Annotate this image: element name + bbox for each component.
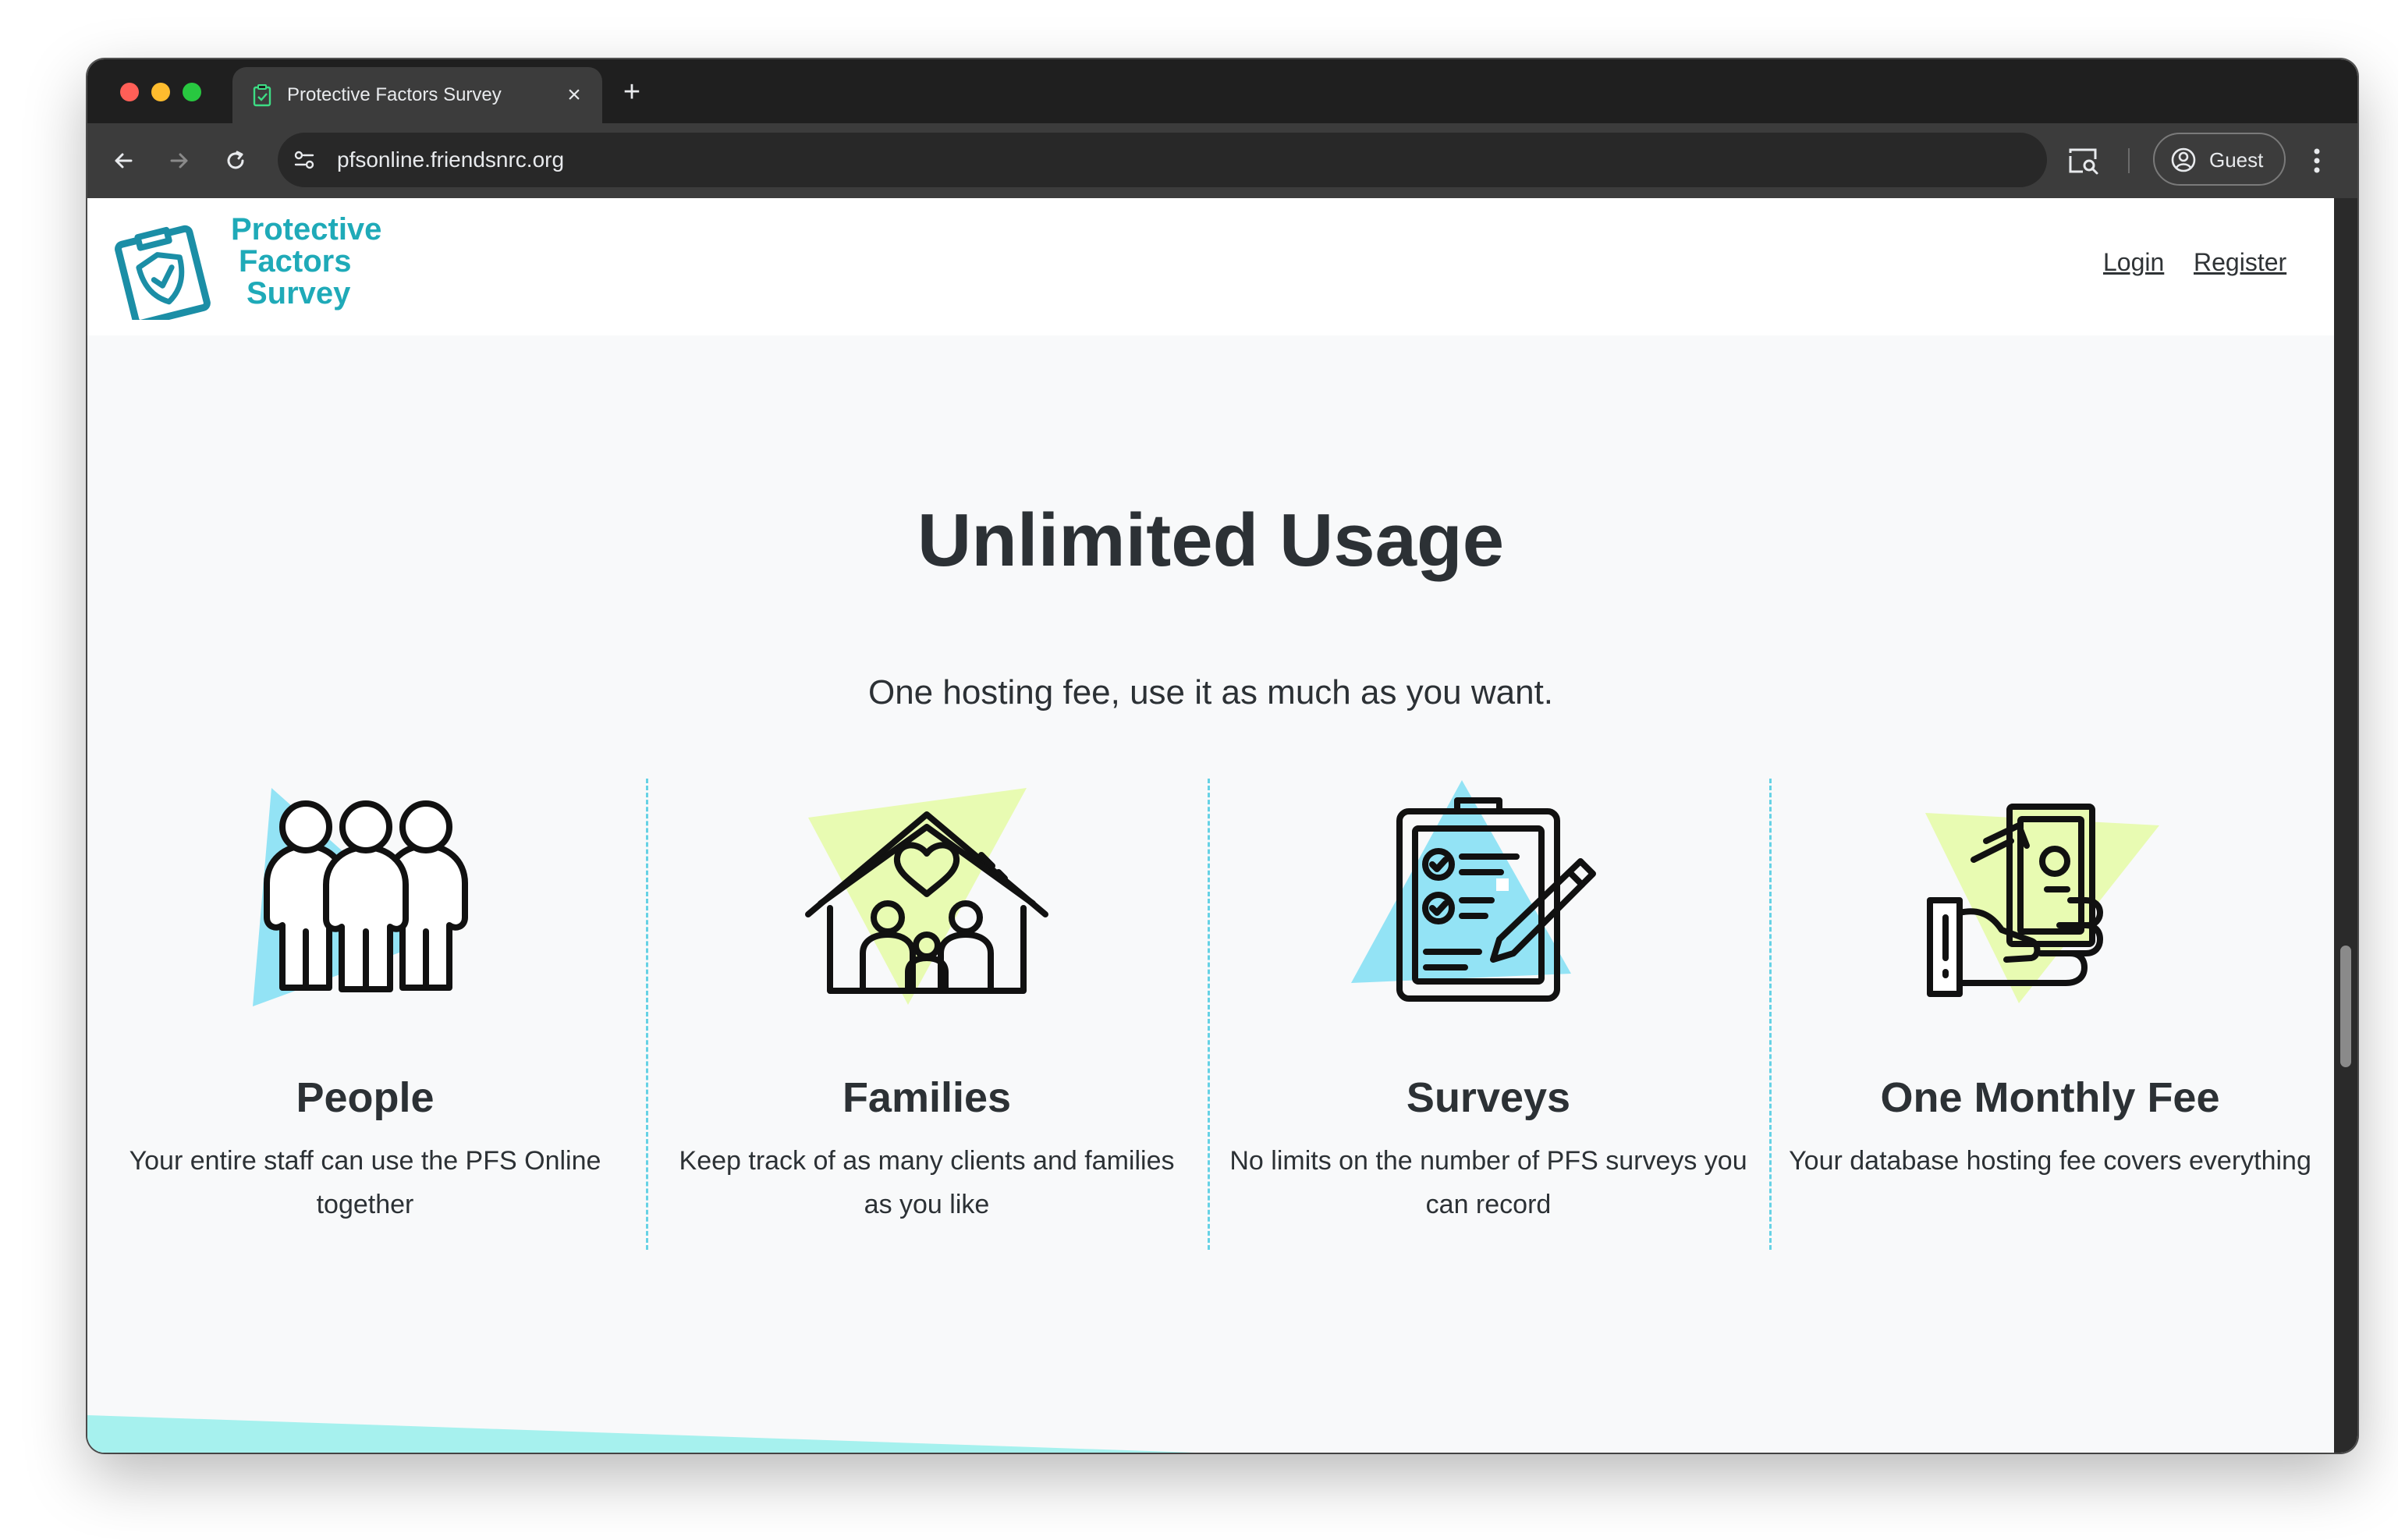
feature-description: No limits on the number of PFS surveys y…: [1229, 1146, 1747, 1219]
feature-divider: [1208, 779, 1210, 1250]
feature-description: Your entire staff can use the PFS Online…: [129, 1146, 601, 1219]
section-title: Unlimited Usage: [917, 499, 1505, 582]
logo-line-3: Survey: [247, 276, 351, 310]
forward-button[interactable]: [161, 142, 198, 179]
site-settings-icon[interactable]: [290, 146, 318, 174]
cash-in-hand-icon: [1925, 804, 2159, 1003]
toolbar-separator: [2128, 148, 2130, 173]
back-button[interactable]: [105, 142, 142, 179]
feature-card-one-monthly-fee: One Monthly Fee Your database hosting fe…: [1772, 775, 2328, 1244]
address-bar[interactable]: pfsonline.friendsnrc.org: [278, 133, 2047, 187]
new-tab-button[interactable]: +: [616, 77, 647, 109]
close-window-button[interactable]: [120, 83, 139, 101]
logo-wordmark: Protective Factors Survey: [231, 214, 381, 310]
page-scrollbar[interactable]: [2334, 198, 2357, 1453]
feature-description: Keep track of as many clients and famili…: [679, 1146, 1175, 1219]
feature-divider: [646, 779, 648, 1250]
cast-search-icon[interactable]: [2067, 145, 2100, 176]
profile-label: Guest: [2209, 148, 2264, 172]
site-logo[interactable]: Protective Factors Survey: [111, 214, 384, 323]
feature-card-families: Families Keep track of as many clients a…: [649, 775, 1204, 1244]
clipboard-favicon-icon: [253, 84, 271, 107]
family-house-icon: [805, 788, 1048, 1005]
reload-button[interactable]: [217, 142, 254, 179]
clipboard-checklist-icon: [1351, 780, 1596, 1002]
decorative-wedge: [87, 1415, 1195, 1453]
account-circle-icon: [2171, 147, 2196, 172]
more-vertical-icon[interactable]: [2301, 144, 2332, 178]
zoom-window-button[interactable]: [183, 83, 201, 101]
arrow-left-icon: [115, 153, 133, 169]
feature-title: People: [296, 1074, 435, 1121]
logo-line-2: Factors: [239, 244, 352, 279]
feature-description: Your database hosting fee covers everyth…: [1789, 1146, 2311, 1176]
people-icon: [253, 788, 468, 1006]
tab-title: Protective Factors Survey: [287, 84, 502, 105]
site-header: Protective Factors Survey Login Register: [87, 198, 2334, 335]
clipboard-shield-logo-icon: [115, 225, 211, 320]
feature-title: One Monthly Fee: [1880, 1074, 2220, 1121]
tab-strip: Protective Factors Survey × +: [87, 59, 2357, 123]
page-content: Protective Factors Survey Login Register…: [87, 198, 2334, 1453]
minimize-window-button[interactable]: [151, 83, 170, 101]
feature-card-surveys: Surveys No limits on the number of PFS s…: [1211, 775, 1766, 1244]
browser-window: Protective Factors Survey × + pfsonline.…: [87, 59, 2357, 1453]
login-link[interactable]: Login: [2103, 247, 2164, 278]
register-link[interactable]: Register: [2194, 247, 2286, 278]
url-text[interactable]: pfsonline.friendsnrc.org: [337, 147, 564, 173]
tab-protective-factors-survey[interactable]: Protective Factors Survey ×: [232, 67, 602, 123]
feature-card-people: People Your entire staff can use the PFS…: [87, 775, 643, 1244]
logo-line-1: Protective: [231, 212, 382, 247]
scrollbar-thumb[interactable]: [2340, 946, 2351, 1067]
profile-button[interactable]: Guest: [2153, 133, 2286, 186]
reload-icon: [227, 151, 244, 169]
browser-toolbar: pfsonline.friendsnrc.org Guest: [87, 123, 2357, 198]
feature-divider: [1769, 779, 1772, 1250]
tab-close-icon[interactable]: ×: [560, 81, 588, 109]
section-subtitle: One hosting fee, use it as much as you w…: [867, 673, 1554, 711]
arrow-right-icon: [170, 153, 188, 169]
feature-title: Surveys: [1406, 1074, 1571, 1121]
feature-title: Families: [842, 1074, 1012, 1121]
